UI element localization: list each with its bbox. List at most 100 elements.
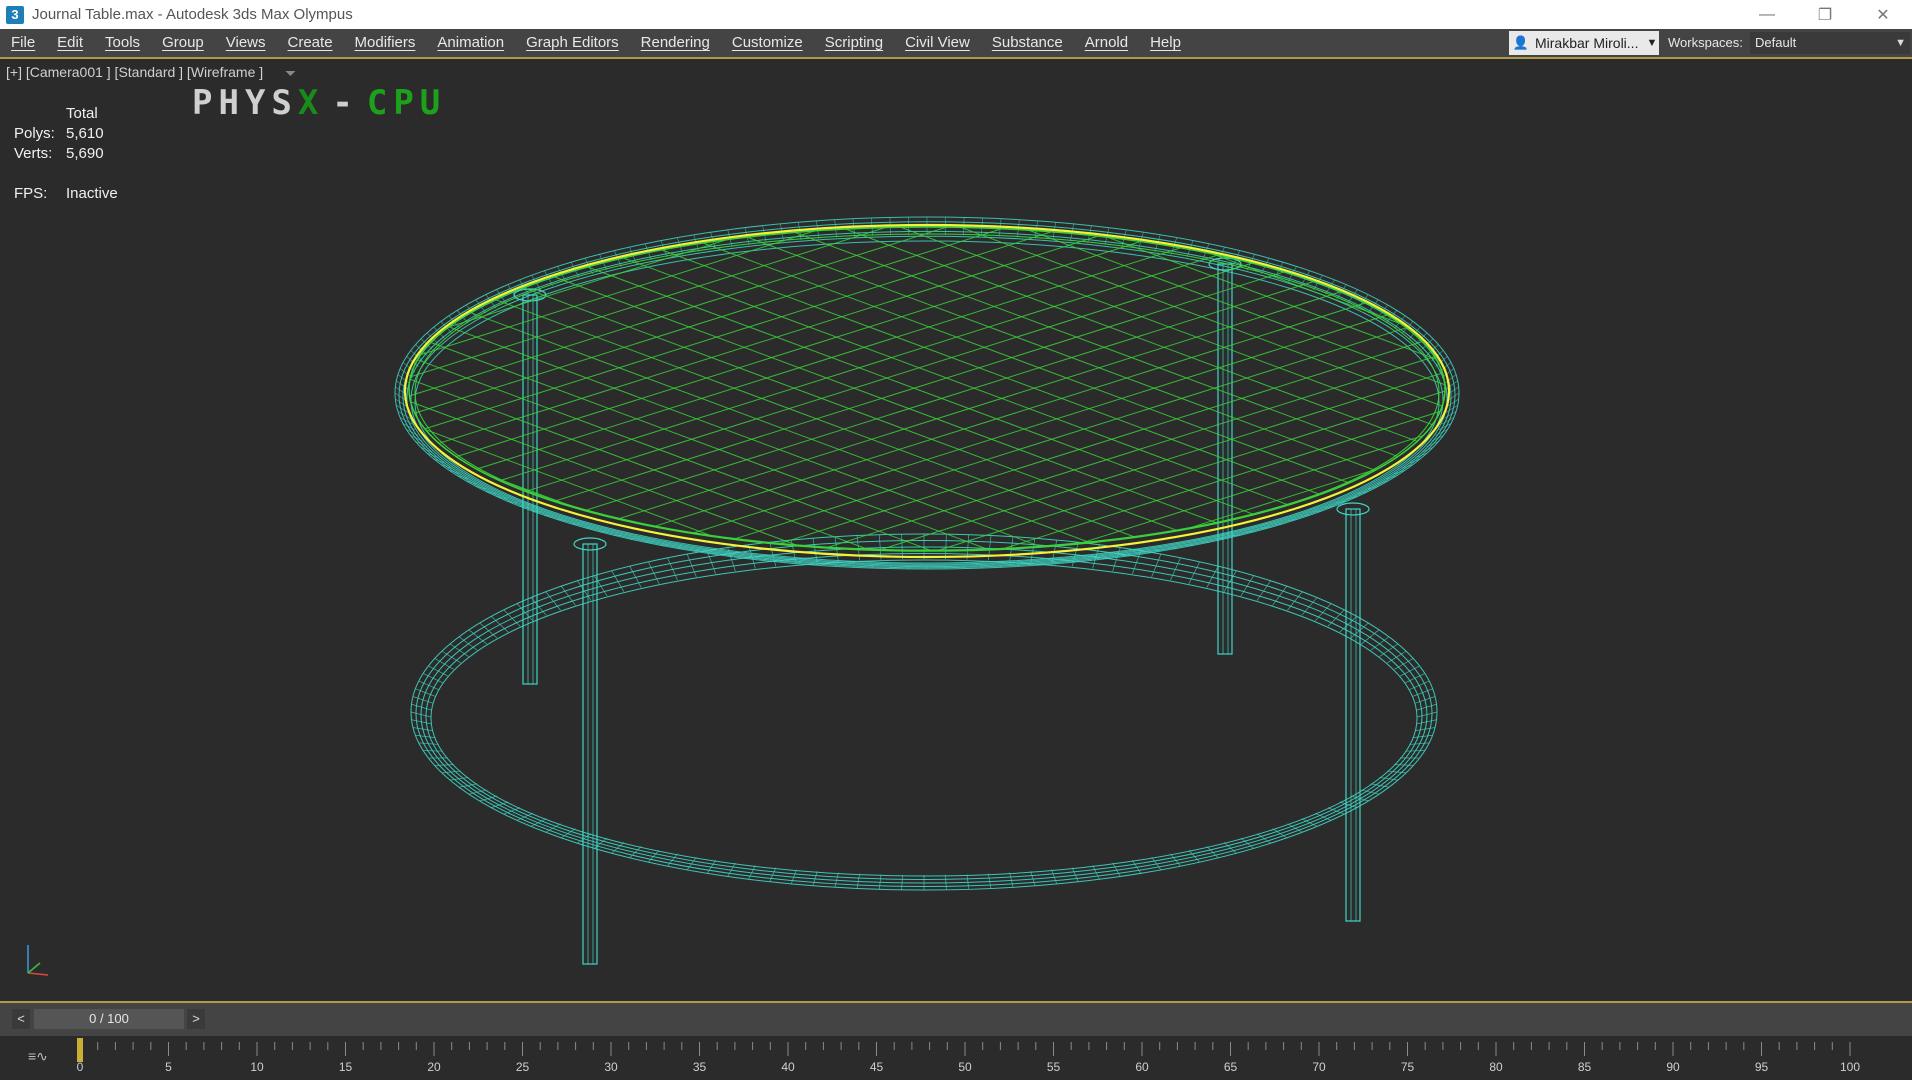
menu-help[interactable]: Help: [1139, 29, 1192, 57]
menu-customize[interactable]: Customize: [721, 29, 814, 57]
timeline-tick-label: 80: [1489, 1060, 1503, 1074]
menu-scripting[interactable]: Scripting: [814, 29, 894, 57]
stats-verts-row: Verts: 5,690: [14, 144, 118, 164]
menu-create[interactable]: Create: [277, 29, 344, 57]
close-button[interactable]: ✕: [1854, 0, 1912, 29]
time-slider[interactable]: 0 / 100: [34, 1009, 184, 1029]
menu-modifiers[interactable]: Modifiers: [344, 29, 427, 57]
table-wireframe-scene[interactable]: [0, 59, 1912, 1001]
grid-line: [409, 227, 908, 551]
app-icon[interactable]: 3: [6, 5, 24, 24]
timeline-tick-label: 70: [1312, 1060, 1326, 1074]
lower-ring-segment: [423, 750, 443, 752]
polys-label: Polys:: [14, 125, 55, 142]
grid-line: [409, 227, 1445, 551]
table-leg: [582, 543, 598, 965]
timeline-tick-label: 100: [1840, 1060, 1860, 1074]
menu-animation[interactable]: Animation: [426, 29, 515, 57]
timeline-tick-label: 50: [958, 1060, 972, 1074]
time-controls: < 0 / 100 > ≡∿ 0 5 10 15 20 25 30 35 40 45 50 55 60 6…: [0, 1003, 1912, 1080]
menu-group[interactable]: Group: [151, 29, 215, 57]
grid-line: [409, 227, 1148, 551]
lower-ring-edge: [420, 546, 1428, 884]
workspaces-label: Workspaces:: [1668, 35, 1743, 50]
grid-line: [766, 227, 1445, 551]
filter-icon[interactable]: ⏷: [285, 65, 296, 82]
stats-header-row: Total: [14, 104, 118, 124]
lower-ring-segment: [441, 650, 461, 664]
grid-line: [946, 227, 1445, 551]
fps-label: FPS:: [14, 185, 48, 202]
grid-line: [409, 227, 1445, 551]
grid-line: [586, 227, 1445, 551]
camera-viewport[interactable]: [+] [Camera001 ] [Standard ] [Wireframe …: [0, 59, 1912, 1003]
grid-line: [409, 227, 1028, 551]
lower-ring-segment: [479, 622, 498, 639]
physx-separator: -: [332, 83, 359, 123]
stats-fps-row: FPS: Inactive: [14, 184, 118, 204]
grid-line: [409, 227, 1445, 551]
menu-tools[interactable]: Tools: [94, 29, 151, 57]
lower-ring-segment: [1405, 750, 1425, 752]
physx-x-text: X: [297, 83, 325, 123]
timeline-tick-label: 55: [1047, 1060, 1061, 1074]
grid-line: [409, 227, 1268, 551]
lower-ring-segment: [901, 874, 903, 890]
minimize-button[interactable]: —: [1738, 0, 1796, 29]
grid-line: [409, 227, 1445, 551]
next-frame-button[interactable]: >: [187, 1009, 205, 1029]
grid-line: [886, 227, 1445, 551]
grid-line: [826, 227, 1445, 551]
grid-line: [1066, 227, 1445, 551]
restore-button[interactable]: ❐: [1796, 0, 1854, 29]
menu-civil-view[interactable]: Civil View: [894, 29, 981, 57]
menu-substance[interactable]: Substance: [981, 29, 1074, 57]
timeline-tick-label: 60: [1135, 1060, 1149, 1074]
timeline-tick-label: 0: [77, 1060, 84, 1074]
stats-header: Total: [66, 105, 98, 122]
grid-line: [409, 227, 1445, 551]
lower-ring-segment: [945, 534, 947, 560]
tabletop-rim: [410, 235, 1444, 565]
viewport-label[interactable]: [+] [Camera001 ] [Standard ] [Wireframe …: [6, 64, 263, 80]
grid-line: [409, 227, 968, 551]
window-title: Journal Table.max - Autodesk 3ds Max Oly…: [32, 6, 353, 23]
lower-ring-edge: [415, 540, 1433, 887]
lower-ring-segment: [945, 874, 947, 890]
glass-edge: [408, 226, 1446, 552]
menu-rendering[interactable]: Rendering: [630, 29, 721, 57]
lower-ring-segment: [1387, 650, 1407, 664]
previous-frame-button[interactable]: <: [12, 1009, 30, 1029]
current-frame-marker[interactable]: [77, 1038, 83, 1062]
menu-bar: File Edit Tools Group Views Create Modif…: [0, 29, 1912, 59]
window-controls: — ❐ ✕: [1738, 0, 1912, 29]
physx-cpu-text: CPU: [366, 83, 447, 123]
menu-arnold[interactable]: Arnold: [1074, 29, 1139, 57]
menu-graph-editors[interactable]: Graph Editors: [515, 29, 630, 57]
workspaces-select[interactable]: Default ▼: [1750, 32, 1910, 54]
timeline-ruler[interactable]: 0 5 10 15 20 25 30 35 40 45 50 55 60 65 70 75 80 85 90 95 10…: [0, 1036, 1912, 1080]
grid-line: [646, 227, 1445, 551]
fps-value: Inactive: [66, 185, 118, 202]
grid-line: [409, 227, 1328, 551]
physx-logo: PHYSX - CPU: [192, 83, 446, 123]
grid-line: [409, 227, 788, 551]
physx-text: PHYS: [192, 83, 298, 123]
statistics-overlay: Total Polys: 5,610 Verts: 5,690 FPS: Ina…: [14, 104, 118, 204]
grid-line: [409, 227, 1445, 551]
glass-top-grid: [409, 227, 1445, 551]
grid-line: [409, 227, 1088, 551]
user-account-dropdown[interactable]: 👤 Mirakbar Miroli... ▼: [1509, 31, 1659, 55]
menu-edit[interactable]: Edit: [46, 29, 94, 57]
axis-gizmo-icon: [27, 945, 49, 976]
grid-line: [409, 227, 1445, 551]
verts-label: Verts:: [14, 145, 53, 162]
grid-line: [409, 227, 1208, 551]
menu-file[interactable]: File: [0, 29, 46, 57]
grid-line: [646, 227, 1445, 551]
grid-line: [706, 227, 1445, 551]
track-bar[interactable]: ≡∿ 0 5 10 15 20 25 30 35 40 45 50 55 60 65 70 75 80 85 90 9…: [0, 1036, 1912, 1080]
lower-ring-edge: [410, 533, 1438, 891]
lower-ring-edge: [430, 559, 1418, 877]
menu-views[interactable]: Views: [215, 29, 277, 57]
